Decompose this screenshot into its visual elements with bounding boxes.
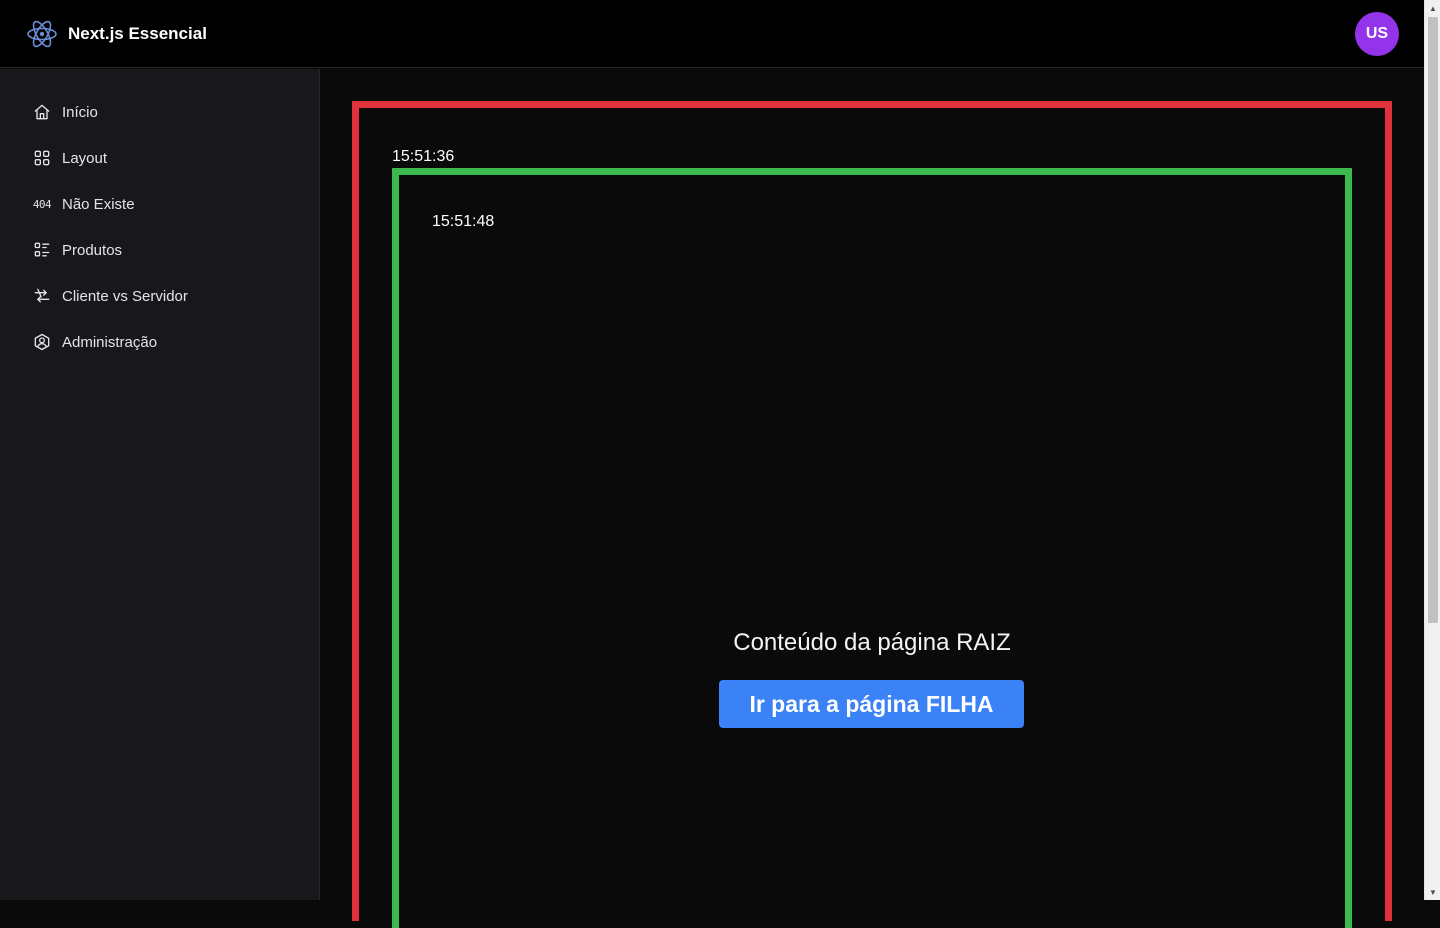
sidebar: Início Layout 404 Não Existe Produtos Cl…: [0, 69, 320, 900]
home-icon: [32, 102, 52, 122]
top-header: Next.js Essencial US: [0, 0, 1424, 68]
sidebar-item-inicio[interactable]: Início: [32, 97, 188, 127]
go-to-child-page-button[interactable]: Ir para a página FILHA: [719, 680, 1024, 728]
react-atom-icon: [26, 18, 58, 50]
sidebar-item-nao-existe[interactable]: 404 Não Existe: [32, 189, 188, 219]
sidebar-item-label: Produtos: [62, 241, 123, 259]
page-content-text: Conteúdo da página RAIZ: [733, 629, 1011, 656]
arrows-transfer-icon: [32, 286, 52, 306]
sidebar-nav: Início Layout 404 Não Existe Produtos Cl…: [32, 97, 188, 373]
nested-layout-box: 15:51:48 Conteúdo da página RAIZ Ir para…: [392, 168, 1352, 928]
scroll-down-arrow-icon[interactable]: ▼: [1425, 884, 1440, 900]
sidebar-item-label: Não Existe: [62, 195, 135, 213]
sidebar-item-label: Cliente vs Servidor: [62, 287, 188, 305]
sidebar-item-cliente-vs-servidor[interactable]: Cliente vs Servidor: [32, 281, 188, 311]
brand[interactable]: Next.js Essencial: [26, 18, 207, 50]
sidebar-item-label: Início: [62, 103, 98, 121]
scrollbar-thumb[interactable]: [1428, 17, 1438, 623]
vertical-scrollbar[interactable]: ▲ ▼: [1424, 0, 1440, 900]
list-details-icon: [32, 240, 52, 260]
user-hexagon-icon: [32, 332, 52, 352]
404-icon: 404: [32, 197, 52, 211]
sidebar-item-produtos[interactable]: Produtos: [32, 235, 188, 265]
layout-grid-icon: [32, 148, 52, 168]
user-avatar[interactable]: US: [1355, 12, 1399, 56]
root-layout-timestamp: 15:51:36: [392, 148, 455, 165]
sidebar-item-label: Administração: [62, 333, 158, 351]
root-layout-box: 15:51:36 15:51:48 Conteúdo da página RAI…: [352, 101, 1392, 928]
scroll-up-arrow-icon[interactable]: ▲: [1425, 0, 1440, 16]
main-content: 15:51:36 15:51:48 Conteúdo da página RAI…: [320, 69, 1424, 928]
brand-title: Next.js Essencial: [68, 24, 207, 43]
sidebar-item-administracao[interactable]: Administração: [32, 327, 188, 357]
sidebar-item-layout[interactable]: Layout: [32, 143, 188, 173]
app-root: Next.js Essencial US Início Layout 404 N…: [0, 0, 1424, 928]
sidebar-item-label: Layout: [62, 149, 108, 167]
nested-layout-timestamp: 15:51:48: [432, 213, 495, 230]
